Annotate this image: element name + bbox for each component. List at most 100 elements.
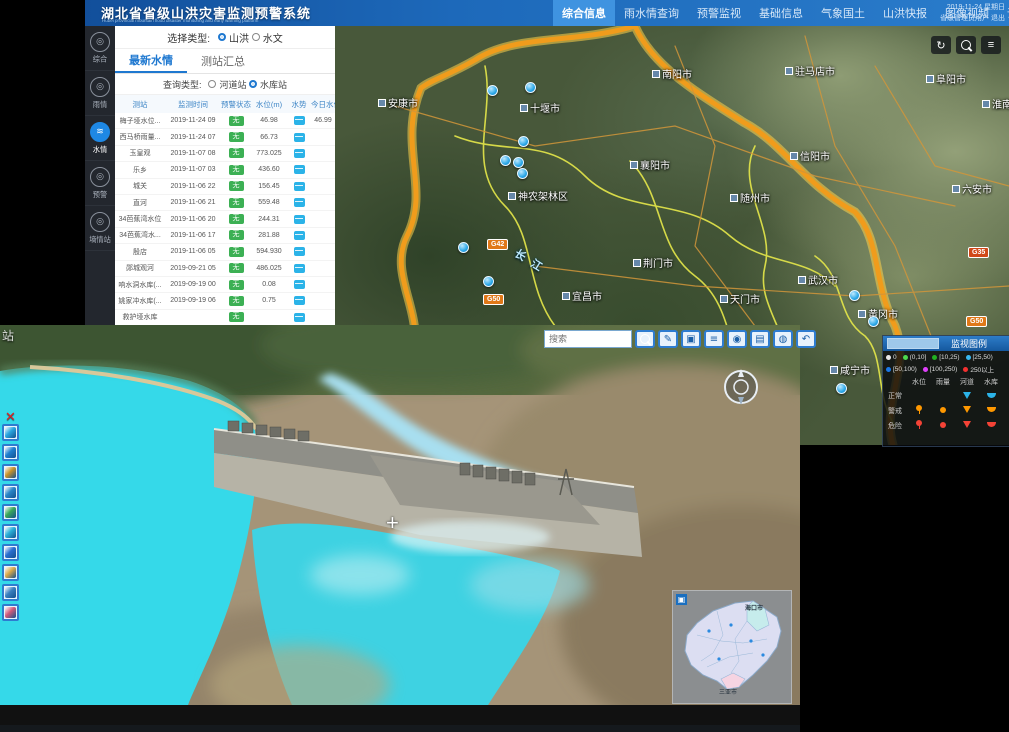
column-header[interactable]: 测站 [115,99,165,110]
sidebar-item-水情[interactable]: ≋ 水情 [85,116,115,161]
city-label-南阳市[interactable]: 南阳市 [652,66,692,81]
table-row[interactable]: 直河 2019-11-06 21 无 559.48 — [115,195,335,211]
city-label-荆门市[interactable]: 荆门市 [633,255,673,270]
city-label-驻马店市[interactable]: 驻马店市 [785,63,835,78]
sidebar-item-预警[interactable]: ◎ 预警 [85,161,115,206]
legend-titlebar[interactable]: 监视图例 [883,336,1009,351]
radio-山洪[interactable]: 山洪 [218,30,249,45]
gold-swirl-tool[interactable] [2,464,19,481]
city-dot-icon [798,276,806,284]
list-icon[interactable]: ≡ [704,330,724,348]
compass[interactable] [719,365,763,409]
close-icon[interactable]: ✕ [5,409,16,425]
table-row[interactable]: 姚家冲水库(... 2019-09-19 06 无 0.75 — [115,293,335,309]
table-row[interactable]: 救护垭水库 无 — [115,310,335,326]
city-label-咸宁市[interactable]: 咸宁市 [830,362,870,377]
station-marker[interactable] [517,168,528,179]
nav-item-基础信息[interactable]: 基础信息 [750,0,812,26]
city-label-阜阳市[interactable]: 阜阳市 [926,71,966,86]
water-swirl-tool[interactable] [2,444,19,461]
cell-station: 乐乡 [115,165,165,175]
nav-item-综合信息[interactable]: 综合信息 [553,0,615,26]
table-row[interactable]: 34芭蕉湾水... 2019-11-06 17 无 281.88 — [115,228,335,244]
rotate-icon[interactable]: ↻ [931,36,951,54]
search-go-icon[interactable] [635,330,655,348]
sand-tool[interactable] [2,564,19,581]
camera-icon[interactable]: ▣ [681,330,701,348]
cell-trend: — [287,296,311,305]
wave-tool[interactable] [2,424,19,441]
layers-icon[interactable]: ≡ [981,36,1001,54]
column-header[interactable]: 水势 [287,99,311,110]
station-marker[interactable] [849,290,860,301]
city-label-宜昌市[interactable]: 宜昌市 [562,288,602,303]
table-row[interactable]: 城关 2019-11-06 22 无 156.45 — [115,179,335,195]
column-header[interactable]: 今日水位( [311,99,335,110]
edit-icon[interactable]: ✎ [658,330,678,348]
sidebar-item-雨情[interactable]: ◎ 雨情 [85,71,115,116]
station-marker[interactable] [525,82,536,93]
sidebar-item-综合[interactable]: ◎ 综合 [85,26,115,71]
station-marker[interactable] [483,276,494,287]
city-label-天门市[interactable]: 天门市 [720,291,760,306]
city-label-六安市[interactable]: 六安市 [952,181,992,196]
legend-row-危险: 危险 [883,421,907,431]
station-marker[interactable] [487,85,498,96]
eye-icon[interactable]: ◉ [727,330,747,348]
nav-item-预警监视[interactable]: 预警监视 [688,0,750,26]
tab-最新水情[interactable]: 最新水情 [115,49,187,73]
table-row[interactable]: 西马桥雨量... 2019-11-24 07 无 66.73 — [115,129,335,145]
search-input[interactable] [544,330,632,348]
inset-toggle-icon[interactable]: ▣ [676,594,687,605]
nav-item-气象国土[interactable]: 气象国土 [812,0,874,26]
table-row[interactable]: 殷店 2019-11-06 05 无 594.930 — [115,244,335,260]
city-label-淮南市[interactable]: 淮南市 [982,96,1009,111]
user-text[interactable]: 省级管理员用户 退出 [940,13,1005,24]
sidebar-item-label: 综合 [93,54,107,64]
table-row[interactable]: 响水洞水库(... 2019-09-19 00 无 0.08 — [115,277,335,293]
overview-inset-map[interactable]: 海口市 三亚市 ▣ [672,590,792,704]
city-label-十堰市[interactable]: 十堰市 [520,100,560,115]
table-row[interactable]: 34芭蕉湾水位 2019-11-06 20 无 244.31 — [115,211,335,227]
city-label-随州市[interactable]: 随州市 [730,190,770,205]
sidebar-item-墒情站[interactable]: ◎ 墒情站 [85,206,115,251]
station-marker[interactable] [513,157,524,168]
waves-grid-tool[interactable] [2,484,19,501]
column-header[interactable]: 水位(m) [251,99,287,110]
tab-测站汇总[interactable]: 测站汇总 [187,49,259,73]
nav-item-雨水情查询[interactable]: 雨水情查询 [615,0,688,26]
station-marker[interactable] [836,383,847,394]
person-frame-tool[interactable] [2,584,19,601]
city-label-神农架林区[interactable]: 神农架林区 [508,188,568,203]
undo-icon[interactable]: ↶ [796,330,816,348]
table-row[interactable]: 梅子垭水位... 2019-11-24 09 无 46.98 — 46.99 [115,113,335,129]
status-badge: 无 [229,132,244,142]
radio-河道站[interactable]: 河道站 [208,78,246,91]
blue-flag-tool[interactable] [2,544,19,561]
table-row[interactable]: 郧城观河 2019-09-21 05 无 486.025 — [115,261,335,277]
station-marker[interactable] [868,316,879,327]
search-icon[interactable] [956,36,976,54]
pink-chart-tool[interactable] [2,604,19,621]
station-marker[interactable] [500,155,511,166]
city-label-信阳市[interactable]: 信阳市 [790,148,830,163]
station-marker[interactable] [518,136,529,147]
column-header[interactable]: 预警状态 [221,99,251,110]
splash-tool[interactable] [2,524,19,541]
nav-item-山洪快报[interactable]: 山洪快报 [874,0,936,26]
city-label-襄阳市[interactable]: 襄阳市 [630,157,670,172]
column-header[interactable]: 监测时间 [165,99,221,110]
radio-水库站[interactable]: 水库站 [249,78,287,91]
city-label-安康市[interactable]: 安康市 [378,95,418,110]
table-row[interactable]: 乐乡 2019-11-07 03 无 436.60 — [115,162,335,178]
radio-水文[interactable]: 水文 [252,30,283,45]
table-row[interactable]: 玉皇观 2019-11-07 08 无 773.025 — [115,146,335,162]
station-marker[interactable] [458,242,469,253]
globe-icon[interactable]: ◍ [773,330,793,348]
chart-icon[interactable]: ▤ [750,330,770,348]
green-gear-tool[interactable] [2,504,19,521]
cell-trend: — [287,264,311,273]
trend-icon: — [294,247,305,256]
city-label-武汉市[interactable]: 武汉市 [798,272,838,287]
legend-scale: 0 (0,10] [10,25) [25,50) [50,100) [100,2… [883,351,1009,375]
